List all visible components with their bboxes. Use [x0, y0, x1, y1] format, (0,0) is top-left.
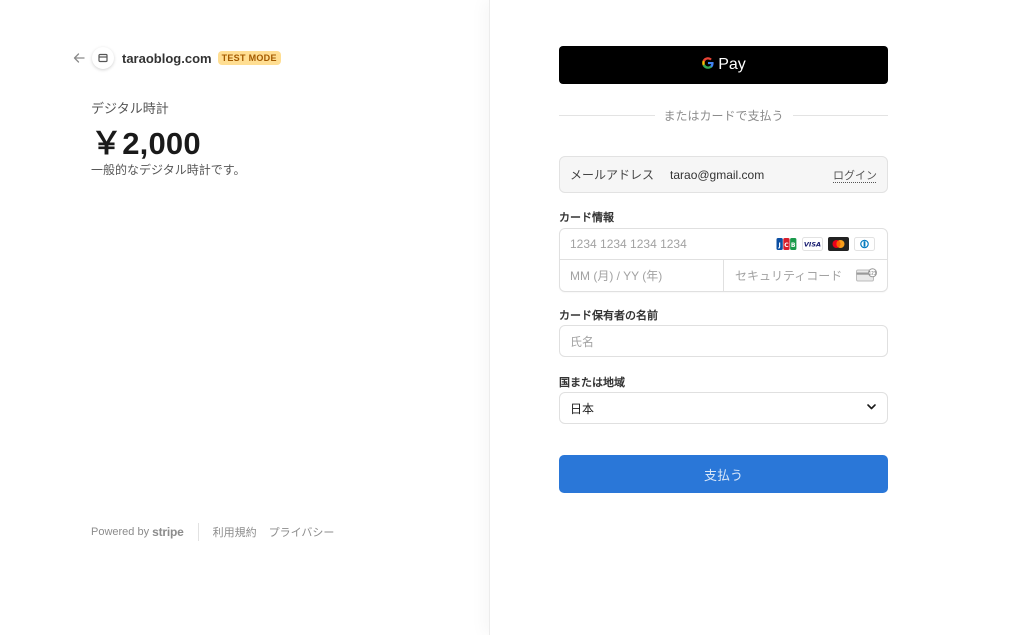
jcb-icon: J C B — [776, 237, 797, 251]
country-select[interactable]: 日本 — [559, 392, 888, 424]
merchant-name[interactable]: taraoblog.com — [122, 51, 212, 66]
card-brands: J C B VISA — [776, 237, 875, 251]
merchant-logo-icon — [92, 47, 114, 69]
email-field[interactable]: メールアドレス tarao@gmail.com ログイン — [559, 156, 888, 193]
back-arrow-icon[interactable] — [72, 51, 86, 65]
svg-text:C: C — [784, 242, 789, 249]
test-mode-badge: TEST MODE — [217, 51, 281, 65]
email-value[interactable]: tarao@gmail.com — [670, 168, 833, 182]
cardholder-name-input[interactable]: 氏名 — [559, 325, 888, 357]
product-description: 一般的なデジタル時計です。 — [91, 163, 246, 177]
visa-icon: VISA — [802, 237, 823, 251]
email-label: メールアドレス — [570, 168, 655, 182]
login-link[interactable]: ログイン — [833, 167, 877, 183]
pay-button[interactable]: 支払う — [559, 455, 888, 493]
product-name: デジタル時計 — [91, 101, 169, 116]
mastercard-icon — [828, 237, 849, 251]
card-info-label: カード情報 — [559, 212, 614, 224]
order-summary-pane: taraoblog.com TEST MODE デジタル時計 ￥2,000 一般… — [0, 0, 489, 635]
card-number-placeholder: 1234 1234 1234 1234 — [570, 237, 687, 251]
or-pay-with-card-text: またはカードで支払う — [663, 108, 784, 123]
card-expiry-input[interactable]: MM (月) / YY (年) — [560, 260, 724, 291]
product-price: ￥2,000 — [91, 126, 201, 161]
merchant-header: taraoblog.com TEST MODE — [72, 46, 281, 70]
svg-text:VISA: VISA — [804, 241, 821, 249]
google-g-icon — [701, 56, 715, 75]
powered-by-text: Powered by — [91, 526, 150, 538]
payment-pane: Pay またはカードで支払う メールアドレス tarao@gmail.com ロ… — [489, 0, 1024, 635]
svg-text:123: 123 — [869, 271, 877, 276]
country-label: 国または地域 — [559, 377, 625, 389]
card-info-group: 1234 1234 1234 1234 J C B VISA MM (月) / … — [559, 228, 888, 292]
footer: Powered by stripe 利用規約 プライバシー — [91, 522, 346, 542]
country-value: 日本 — [570, 401, 595, 416]
google-pay-label: Pay — [718, 56, 746, 73]
cvc-card-icon: 123 — [856, 268, 877, 287]
card-cvc-placeholder: セキュリティコード — [735, 269, 843, 283]
card-expiry-placeholder: MM (月) / YY (年) — [570, 269, 663, 283]
footer-divider — [197, 523, 199, 541]
cardholder-placeholder: 氏名 — [570, 334, 595, 349]
card-cvc-input[interactable]: セキュリティコード 123 — [724, 260, 887, 291]
card-number-input[interactable]: 1234 1234 1234 1234 J C B VISA — [560, 229, 887, 260]
cardholder-label: カード保有者の名前 — [559, 310, 658, 322]
divider-line-right — [792, 114, 889, 116]
divider-line-left — [559, 114, 655, 116]
terms-link[interactable]: 利用規約 — [213, 524, 257, 540]
svg-text:J: J — [777, 242, 780, 249]
chevron-down-icon — [866, 401, 877, 415]
diners-club-icon — [854, 237, 875, 251]
powered-by-stripe[interactable]: Powered by stripe — [91, 525, 184, 539]
privacy-link[interactable]: プライバシー — [269, 524, 335, 540]
or-divider: またはカードで支払う — [559, 106, 889, 124]
google-pay-button[interactable]: Pay — [559, 46, 888, 84]
stripe-logo: stripe — [152, 525, 184, 539]
svg-text:B: B — [791, 242, 796, 249]
